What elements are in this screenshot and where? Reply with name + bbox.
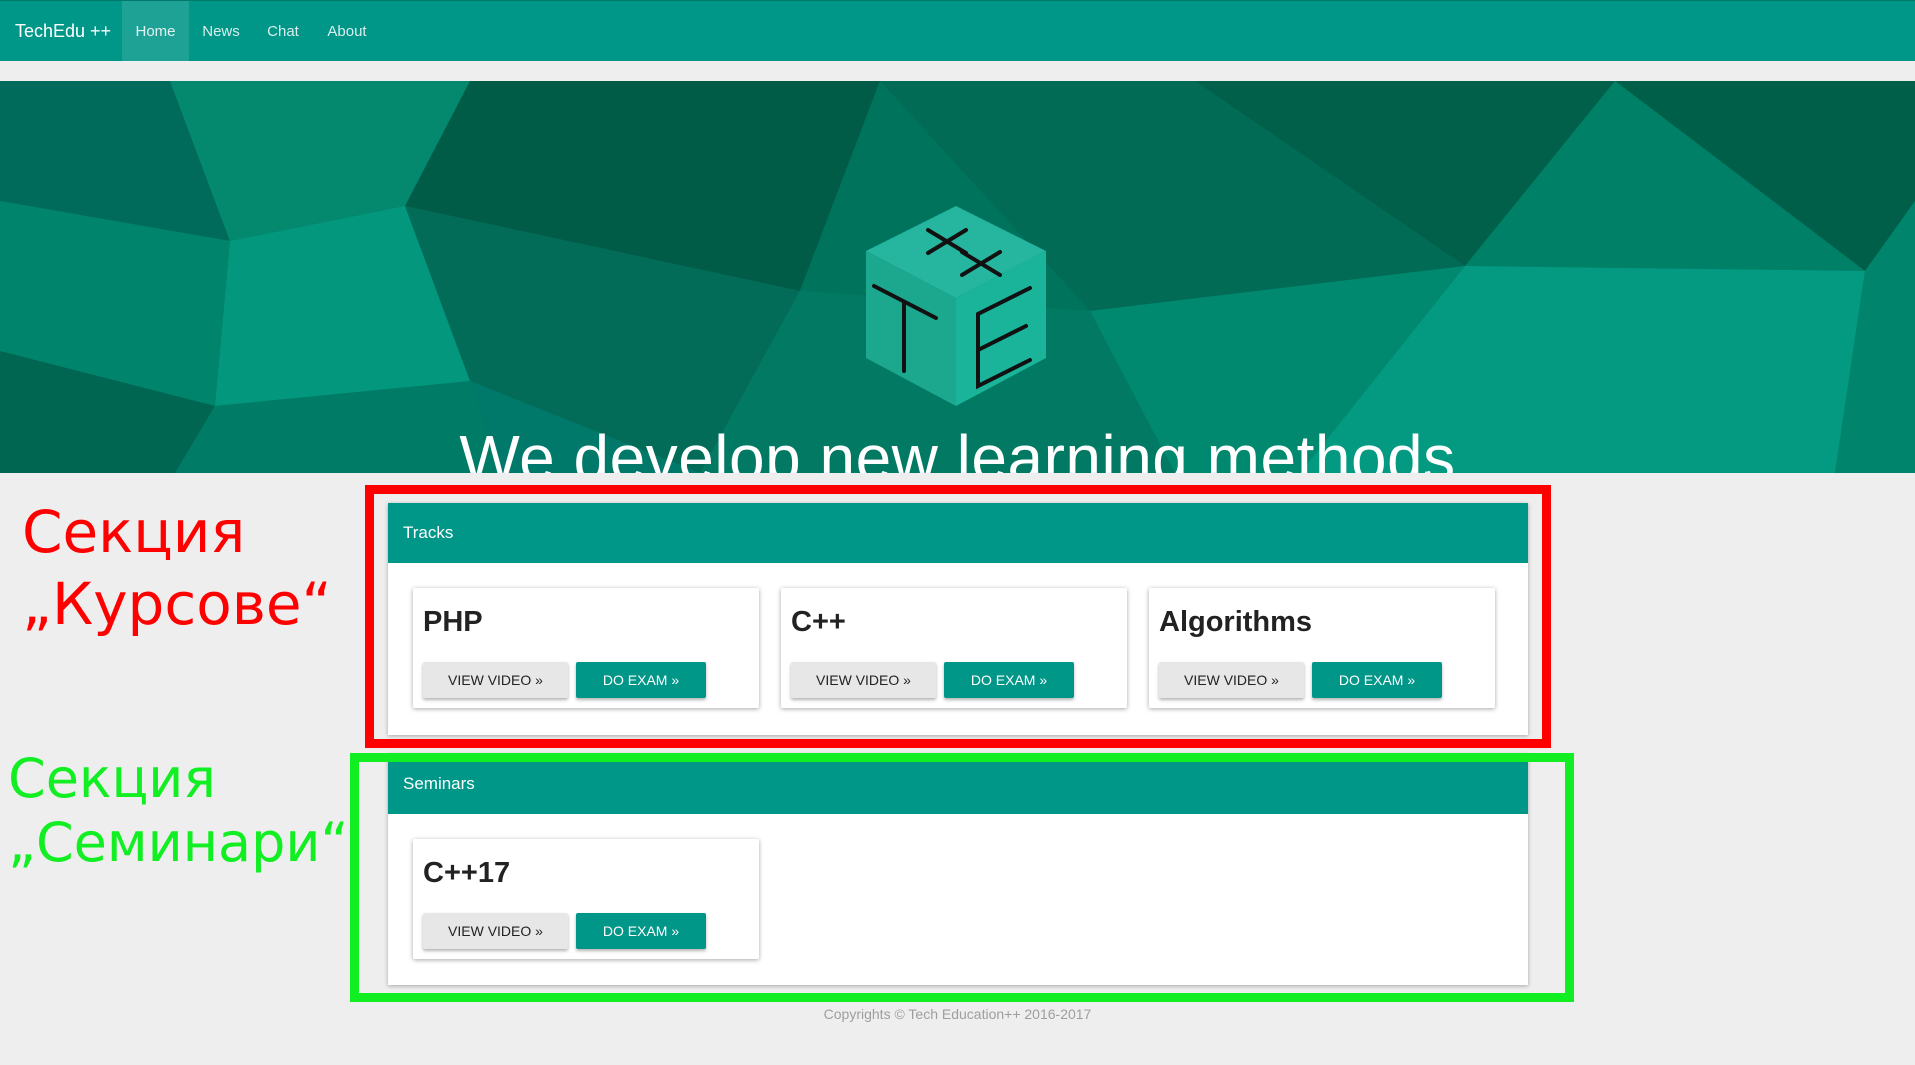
- techedu-cube-logo-icon: [866, 206, 1046, 406]
- footer-copyright: Copyrights © Tech Education++ 2016-2017: [823, 1006, 1092, 1022]
- tracks-annotation-line1: Секция: [22, 498, 246, 566]
- seminars-annotation-line2: „Семинари“: [8, 811, 349, 874]
- seminars-annotation-line1: Секция: [8, 747, 216, 810]
- nav-item-about[interactable]: About: [313, 1, 381, 62]
- top-navbar: TechEdu ++ Home News Chat About: [0, 0, 1915, 62]
- tracks-section-annotation: Секция „Курсове“: [22, 496, 332, 640]
- tracks-highlight-frame: [365, 485, 1551, 748]
- seminars-section-annotation: Секция „Семинари“: [8, 747, 348, 875]
- hero-banner: We develop new learning methods: [0, 81, 1915, 473]
- nav-item-home[interactable]: Home: [122, 1, 189, 62]
- tracks-annotation-line2: „Курсове“: [22, 570, 332, 638]
- nav-item-chat[interactable]: Chat: [253, 1, 313, 62]
- nav-item-news[interactable]: News: [189, 1, 253, 62]
- hero-headline: We develop new learning methods: [459, 422, 1456, 473]
- brand-logo[interactable]: TechEdu ++: [15, 1, 111, 62]
- seminars-highlight-frame: [350, 753, 1574, 1002]
